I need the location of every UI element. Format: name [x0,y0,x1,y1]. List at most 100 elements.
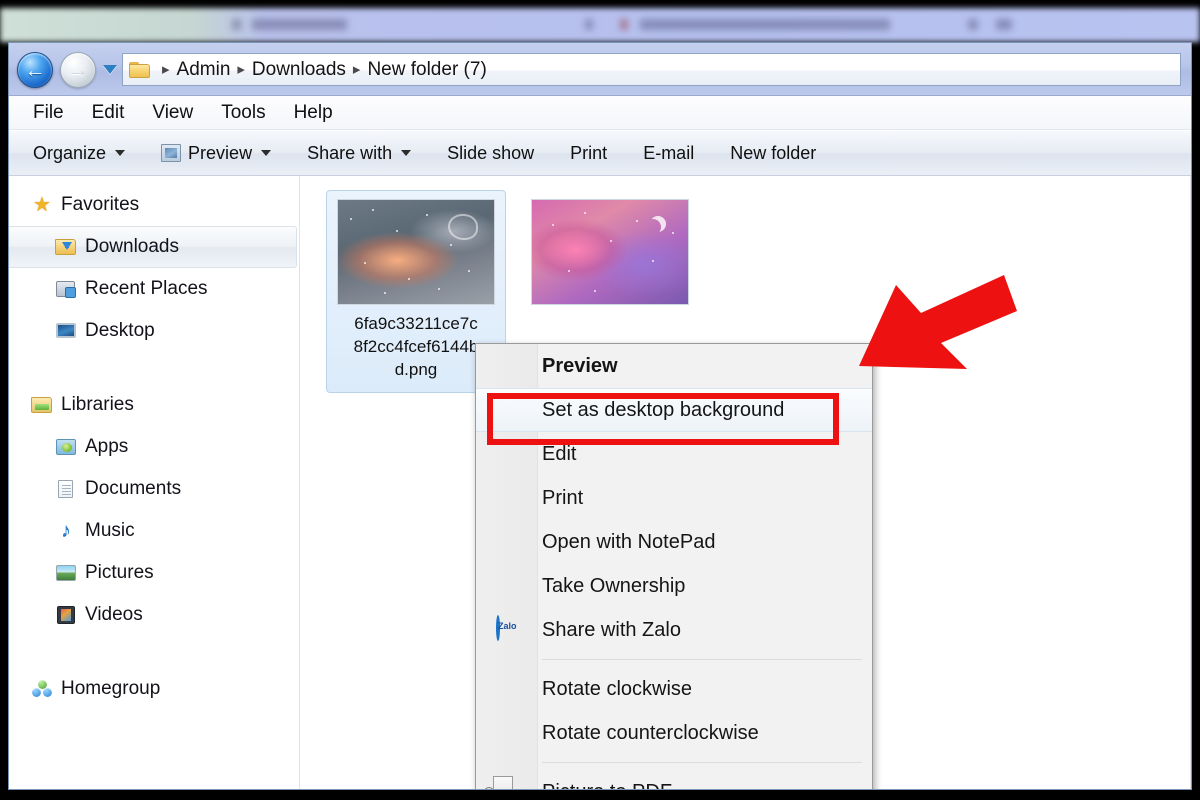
chevron-down-icon [115,150,126,156]
context-menu-item-share-with-zalo[interactable]: Zalo Share with Zalo [476,608,872,652]
context-menu-separator [542,659,862,660]
forward-arrow-icon: → [67,58,89,82]
context-menu-item-label: Take Ownership [542,574,686,597]
blurred-tab-ghost [232,19,241,30]
file-thumbnail [531,199,689,305]
blurred-tab-ghost [640,19,890,30]
blurred-tab-ghost [996,19,1012,30]
sidebar-item-downloads[interactable]: Downloads [9,226,297,268]
zalo-icon: Zalo [496,615,522,643]
context-menu-item-rotate-counterclockwise[interactable]: Rotate counterclockwise [476,711,872,755]
context-menu-separator [542,762,862,763]
context-menu-item-edit[interactable]: Edit [476,432,872,476]
breadcrumb-separator-icon: ▸ [162,61,170,78]
navigation-pane: ★ Favorites Downloads Recent Places Desk… [9,176,300,789]
file-name: 6fa9c33211ce7c 8f2cc4fcef6144b d.png [338,313,494,382]
share-with-button[interactable]: Share with [297,140,421,167]
apps-icon [55,437,77,457]
context-menu-item-print[interactable]: Print [476,476,872,520]
context-menu-item-label: Picture to PDF [542,781,672,790]
sidebar-item-homegroup-label: Homegroup [61,678,161,699]
print-label: Print [570,142,608,163]
context-menu[interactable]: Preview Set as desktop background Edit P… [475,343,873,790]
blurred-tab-ghost [968,19,978,30]
address-bar[interactable]: ▸ Admin ▸ Downloads ▸ New folder (7) [122,53,1181,86]
breadcrumb-separator-icon: ▸ [237,61,245,78]
breadcrumb-admin[interactable]: Admin [177,59,231,81]
nav-group-favorites[interactable]: ★ Favorites [9,184,299,226]
homegroup-icon [31,679,53,699]
sidebar-item-documents-label: Documents [85,478,182,499]
pane-right-edge [1190,176,1191,789]
preview-button[interactable]: Preview [151,140,281,167]
file-name-line-3: d.png [394,359,438,379]
print-button[interactable]: Print [560,140,617,167]
sidebar-item-music[interactable]: ♪ Music [9,510,299,552]
sidebar-item-pictures[interactable]: Pictures [9,552,299,594]
chevron-down-icon [261,150,272,156]
sidebar-item-desktop[interactable]: Desktop [9,310,299,352]
menu-edit[interactable]: Edit [78,100,139,126]
context-menu-item-set-as-desktop-background[interactable]: Set as desktop background [476,388,872,432]
email-button[interactable]: E-mail [633,140,704,167]
sidebar-item-desktop-label: Desktop [85,320,155,341]
recent-pages-dropdown-icon[interactable] [103,65,117,74]
context-menu-item-rotate-clockwise[interactable]: Rotate clockwise [476,667,872,711]
forward-button[interactable]: → [60,52,96,88]
organize-label: Organize [33,142,107,163]
context-menu-item-preview[interactable]: Preview [476,344,872,388]
slide-show-button[interactable]: Slide show [437,140,544,167]
context-menu-item-label: Rotate clockwise [542,677,693,700]
blurred-tab-ghost [585,19,593,30]
address-toolbar: ← → ▸ Admin ▸ Downloads ▸ New folder (7) [9,43,1191,96]
sidebar-item-homegroup[interactable]: Homegroup [9,668,299,710]
menu-bar: File Edit View Tools Help [9,96,1191,130]
pdf-icon [496,778,522,789]
context-menu-item-label: Edit [542,442,577,465]
new-folder-button[interactable]: New folder [720,140,826,167]
sidebar-item-apps[interactable]: Apps [9,426,299,468]
menu-tools[interactable]: Tools [207,100,279,126]
file-item[interactable] [520,190,700,316]
nav-group-libraries-label: Libraries [61,394,134,415]
menu-view[interactable]: View [138,100,207,126]
menu-help[interactable]: Help [280,100,347,126]
nav-group-libraries[interactable]: Libraries [9,384,299,426]
context-menu-item-take-ownership[interactable]: Take Ownership [476,564,872,608]
share-with-label: Share with [307,142,393,163]
preview-icon [161,144,182,162]
videos-icon [55,605,77,625]
sidebar-item-pictures-label: Pictures [85,562,154,583]
breadcrumb-new-folder[interactable]: New folder (7) [367,59,486,81]
recent-places-icon [55,279,77,299]
breadcrumb-downloads[interactable]: Downloads [252,59,346,81]
command-toolbar: Organize Preview Share with Slide show P… [9,130,1191,176]
context-menu-item-picture-to-pdf[interactable]: Picture to PDF [476,770,872,790]
star-icon: ★ [33,194,51,216]
new-folder-label: New folder [730,142,817,163]
context-menu-item-open-with-notepad[interactable]: Open with NotePad [476,520,872,564]
email-label: E-mail [643,142,695,163]
sidebar-item-documents[interactable]: Documents [9,468,299,510]
nav-group-favorites-label: Favorites [61,194,140,215]
preview-label: Preview [188,142,253,163]
blurred-tab-ghost [620,19,628,30]
pictures-icon [55,563,77,583]
breadcrumb-separator-icon: ▸ [352,61,361,78]
sidebar-item-music-label: Music [85,520,135,541]
menu-file[interactable]: File [19,100,78,126]
sidebar-item-videos[interactable]: Videos [9,594,299,636]
back-button[interactable]: ← [17,52,53,88]
organize-button[interactable]: Organize [23,140,135,167]
music-icon: ♪ [61,520,71,541]
nebula-swirl-decoration [448,214,478,240]
desktop-icon [55,321,77,341]
browser-chrome-strip [0,8,1200,42]
stars-decoration [532,200,688,304]
context-menu-item-label: Preview [542,354,618,377]
sidebar-item-apps-label: Apps [85,436,129,457]
sidebar-item-recent-places[interactable]: Recent Places [9,268,299,310]
context-menu-item-label: Open with NotePad [542,530,716,553]
folder-icon [128,60,153,80]
